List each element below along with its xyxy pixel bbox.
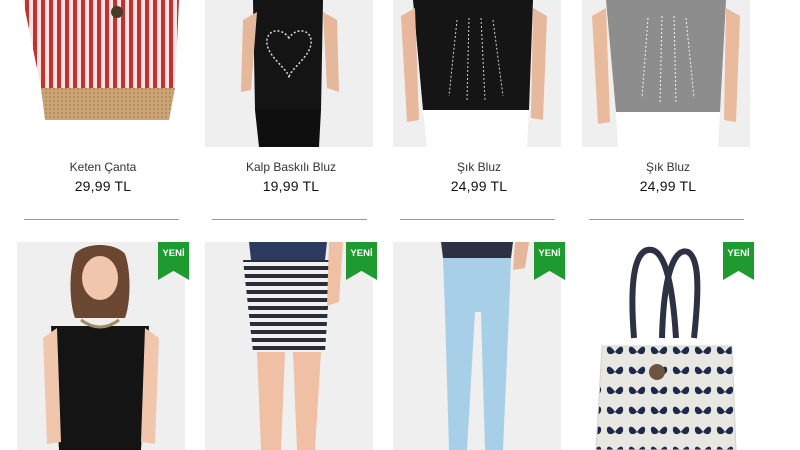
product-card[interactable]: Şık Bluz 24,99 TL <box>582 0 754 230</box>
product-image[interactable] <box>17 0 189 140</box>
product-card[interactable]: YENİ <box>393 242 565 450</box>
product-price: 19,99 TL <box>262 178 320 194</box>
black-heart-blouse-image <box>205 0 373 147</box>
product-card[interactable]: Şık Bluz 24,99 TL <box>393 0 565 230</box>
black-sequin-blouse-image <box>393 0 561 147</box>
product-image[interactable] <box>582 0 750 147</box>
product-card[interactable]: Keten Çanta 29,99 TL <box>17 0 189 230</box>
product-price: 24,99 TL <box>450 178 508 194</box>
product-title[interactable]: Şık Bluz <box>393 160 565 174</box>
divider <box>24 219 179 220</box>
product-card[interactable]: YENİ <box>17 242 189 450</box>
product-title[interactable]: Şık Bluz <box>582 160 754 174</box>
divider <box>212 219 367 220</box>
divider <box>589 219 744 220</box>
product-card[interactable]: YENİ <box>205 242 377 450</box>
product-price: 24,99 TL <box>639 178 697 194</box>
divider <box>400 219 555 220</box>
product-price: 29,99 TL <box>74 178 132 194</box>
product-card[interactable]: Kalp Baskılı Bluz 19,99 TL <box>205 0 377 230</box>
product-image[interactable] <box>393 0 561 147</box>
product-image[interactable] <box>205 0 373 147</box>
grey-sequin-blouse-image <box>582 0 750 147</box>
product-title[interactable]: Kalp Baskılı Bluz <box>205 160 377 174</box>
product-card[interactable]: YENİ <box>582 242 754 450</box>
product-title[interactable]: Keten Çanta <box>17 160 189 174</box>
striped-bag-image <box>23 0 179 120</box>
